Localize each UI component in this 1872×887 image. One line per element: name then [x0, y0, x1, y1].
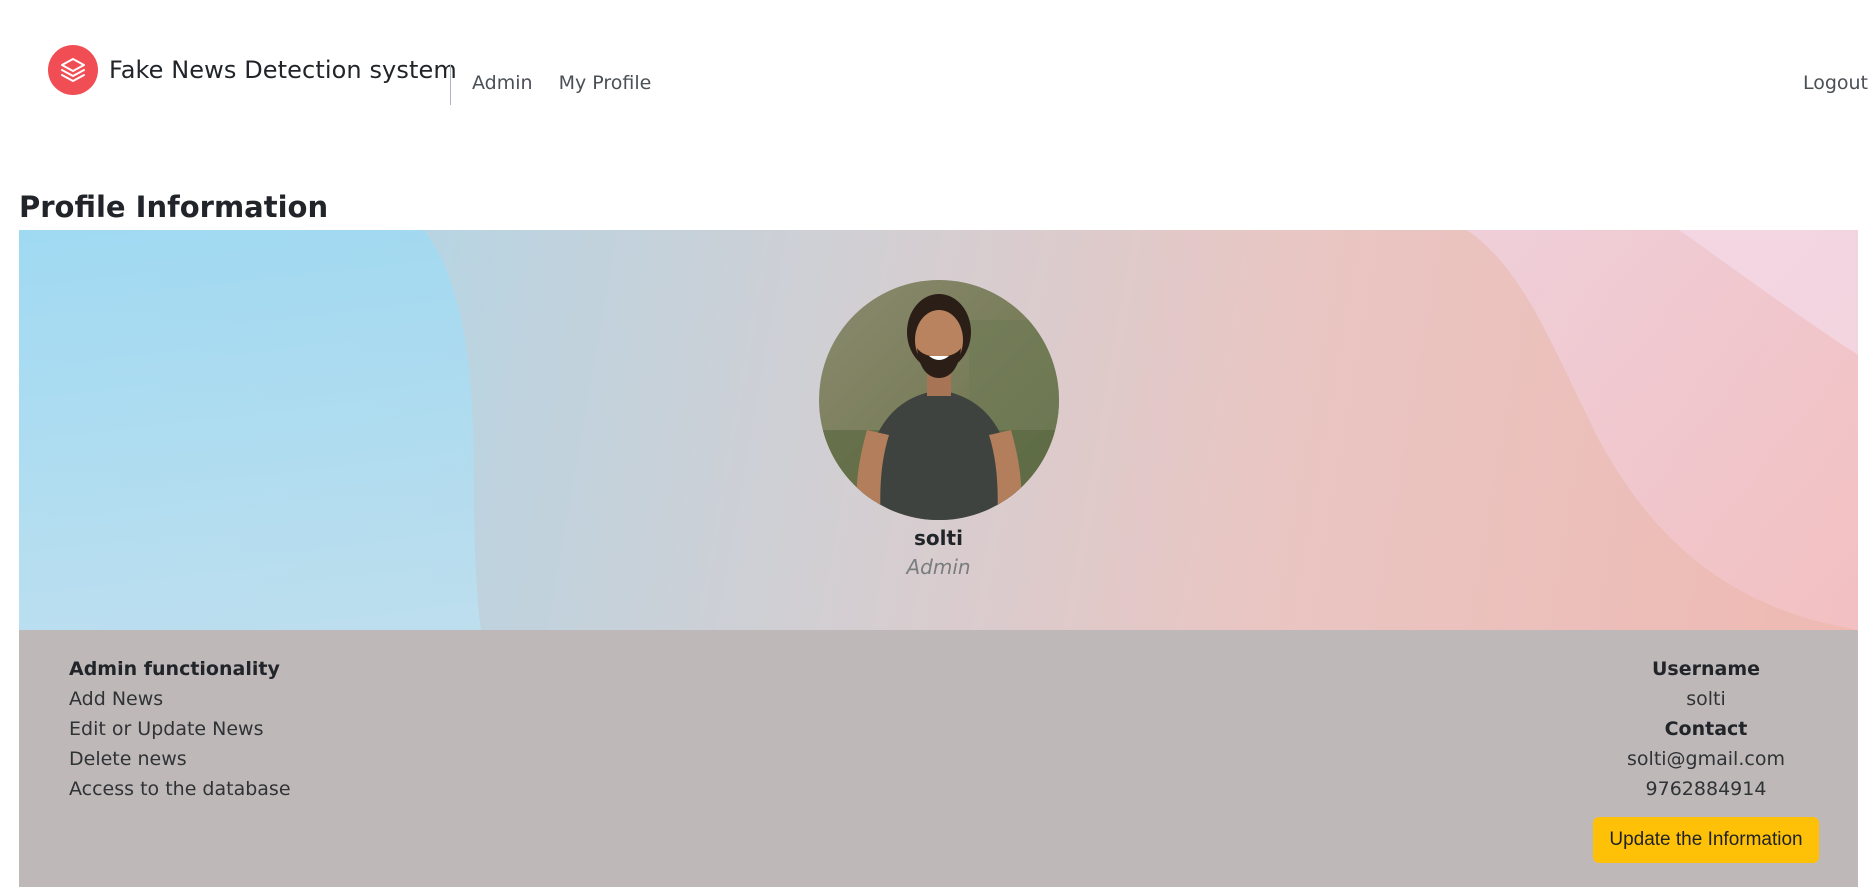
- username-value: solti: [1686, 688, 1726, 710]
- list-item-delete-news: Delete news: [69, 748, 187, 770]
- nav-item-my-profile[interactable]: My Profile: [559, 72, 652, 94]
- phone-value: 9762884914: [1645, 778, 1767, 800]
- layers-icon: [48, 45, 98, 95]
- top-navbar: Fake News Detection system Admin My Prof…: [0, 0, 1872, 140]
- profile-details-panel: Admin functionality Add News Edit or Upd…: [19, 630, 1858, 887]
- profile-banner: solti Admin: [19, 230, 1858, 630]
- profile-name: solti: [914, 526, 963, 550]
- brand-link[interactable]: Fake News Detection system: [48, 45, 457, 95]
- nav-item-admin[interactable]: Admin: [472, 72, 533, 94]
- username-heading: Username: [1651, 658, 1761, 680]
- logout-link[interactable]: Logout: [1803, 72, 1868, 94]
- contact-heading: Contact: [1664, 718, 1748, 740]
- admin-functionality-heading: Admin functionality: [69, 658, 280, 680]
- profile-role: Admin: [906, 555, 971, 579]
- list-item-database-access: Access to the database: [69, 778, 291, 800]
- update-information-button[interactable]: Update the Information: [1593, 817, 1819, 863]
- brand-name: Fake News Detection system: [109, 56, 457, 84]
- email-value: solti@gmail.com: [1627, 748, 1785, 770]
- list-item-edit-news: Edit or Update News: [69, 718, 264, 740]
- list-item-add-news: Add News: [69, 688, 164, 710]
- admin-functionality-list: Admin functionality Add News Edit or Upd…: [69, 654, 291, 804]
- account-details: Username solti Contact solti@gmail.com 9…: [1568, 654, 1844, 863]
- avatar: [819, 280, 1059, 520]
- page-title: Profile Information: [19, 190, 329, 224]
- main-nav: Admin My Profile: [472, 72, 651, 94]
- nav-divider: [450, 65, 451, 105]
